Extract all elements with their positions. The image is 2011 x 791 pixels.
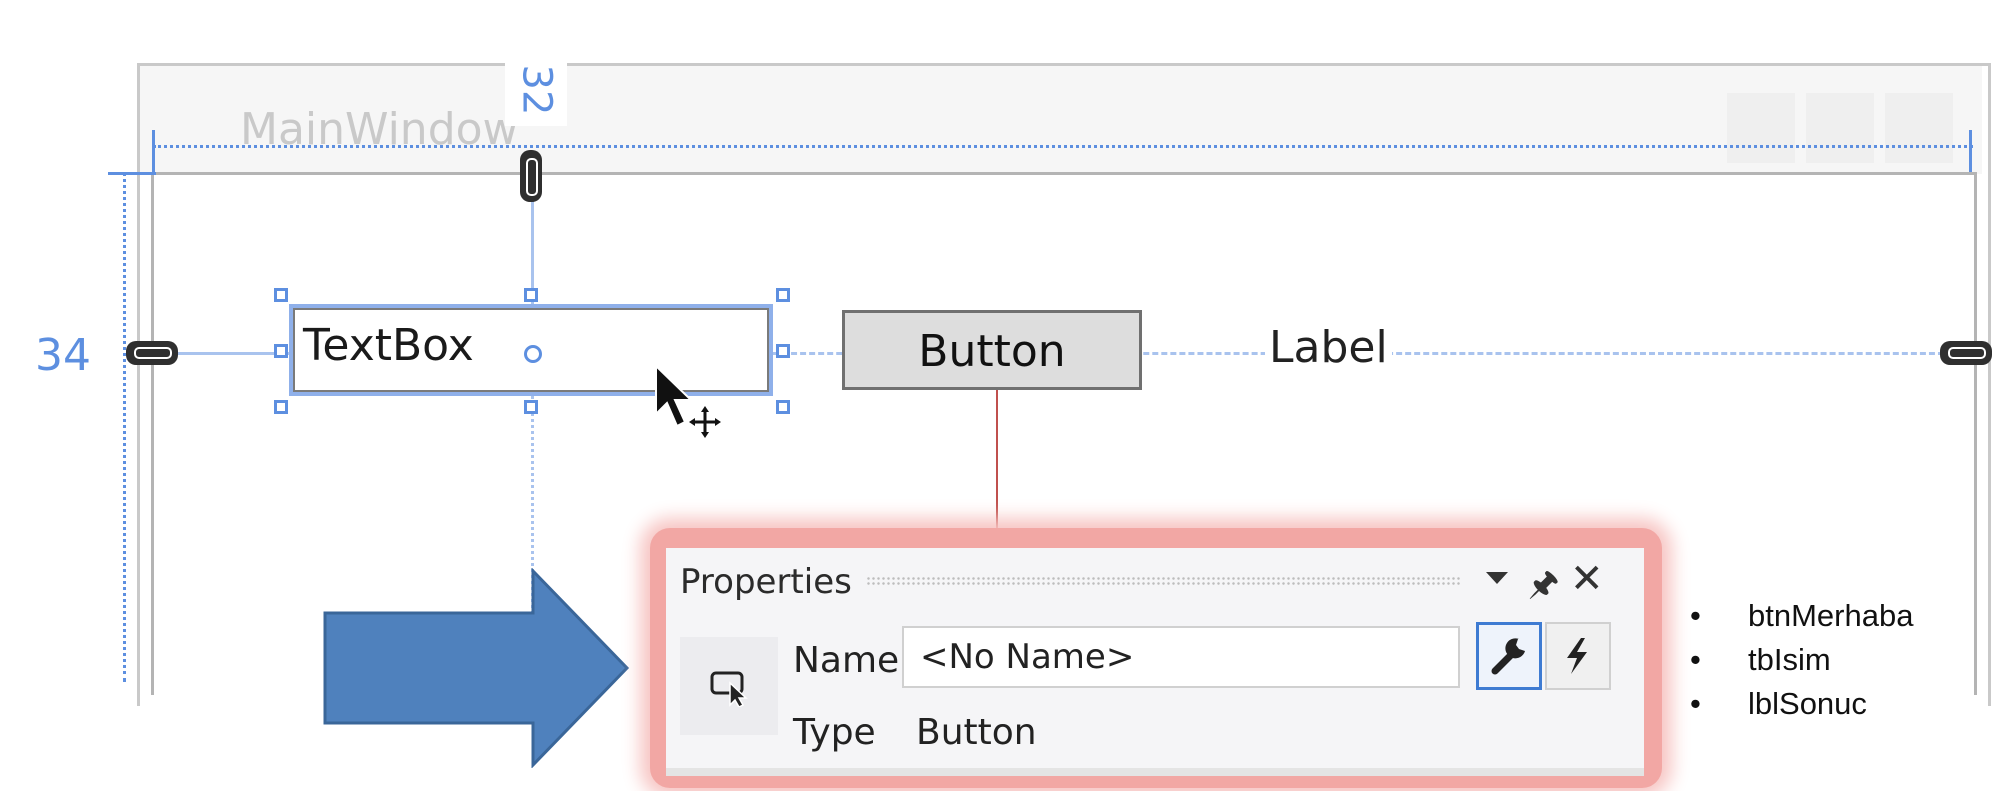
top-guide-line [153, 145, 1973, 148]
textbox-text: TextBox [303, 320, 474, 371]
guide-line [152, 130, 155, 172]
name-input[interactable]: <No Name> [902, 626, 1460, 688]
wrench-icon [1491, 638, 1525, 675]
type-value: Button [916, 712, 1037, 753]
resize-handle[interactable] [776, 400, 790, 414]
top-margin-value: 32 [505, 54, 567, 126]
resize-handle[interactable] [524, 400, 538, 414]
button-control[interactable]: Button [842, 310, 1142, 390]
top-anchor-chain-icon[interactable] [520, 150, 542, 202]
right-block-arrow-icon [323, 568, 630, 768]
guide-line [108, 172, 156, 175]
events-view-button[interactable] [1545, 622, 1611, 690]
lightning-icon [1567, 638, 1587, 674]
resize-handle[interactable] [776, 344, 790, 358]
panel-bottom-border [666, 768, 1644, 776]
list-item-text: btnMerhaba [1748, 598, 1914, 633]
resize-handle[interactable] [776, 288, 790, 302]
panel-grip[interactable] [866, 576, 1460, 586]
center-handle[interactable] [524, 345, 542, 363]
close-icon[interactable]: ✕ [1570, 556, 1604, 602]
close-button [1885, 93, 1953, 163]
maximize-button [1806, 93, 1874, 163]
label-control[interactable]: Label [1265, 322, 1392, 373]
left-guide-line [123, 172, 126, 682]
element-preview-icon [680, 637, 778, 735]
resize-handle[interactable] [524, 288, 538, 302]
move-cursor-icon [655, 363, 721, 438]
left-margin-value: 34 [28, 326, 98, 386]
resize-handle[interactable] [274, 400, 288, 414]
list-item-text: tbIsim [1748, 642, 1831, 677]
dropdown-arrow-icon[interactable] [1486, 572, 1508, 584]
guide-line [1969, 130, 1972, 172]
right-anchor-broken-chain-icon[interactable] [1940, 341, 1992, 365]
left-anchor-chain-icon[interactable] [126, 341, 178, 365]
properties-title: Properties [680, 562, 852, 602]
top-margin-text: 32 [513, 64, 559, 116]
type-label: Type [793, 712, 876, 753]
resize-handle[interactable] [274, 344, 288, 358]
button-element-icon [710, 671, 748, 707]
minimize-button [1727, 93, 1795, 163]
resize-handle[interactable] [274, 288, 288, 302]
properties-view-button[interactable] [1476, 622, 1542, 690]
name-label: Name [793, 640, 900, 681]
list-item-text: lblSonuc [1748, 686, 1867, 721]
pin-icon[interactable]: 🖈 [1528, 560, 1559, 617]
